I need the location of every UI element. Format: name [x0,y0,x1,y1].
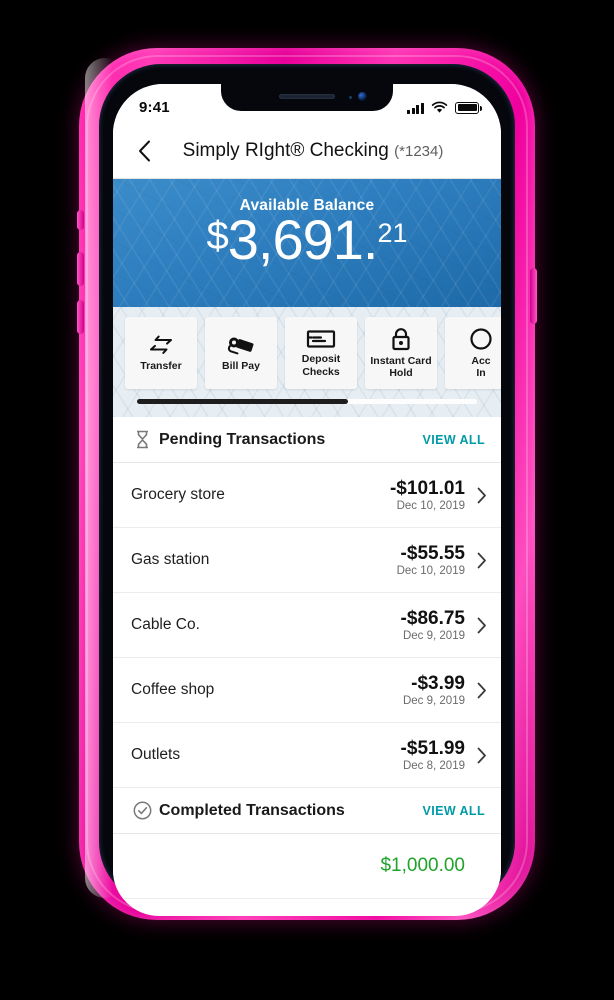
quick-action-transfer[interactable]: Transfer [125,317,197,389]
quick-action-deposit-checks[interactable]: Deposit Checks [285,317,357,389]
screenshot-stage: 9:41 Simply RIght® Checking (*1234) Avai… [0,0,614,1000]
power-button[interactable] [530,268,537,324]
navigation-bar: Simply RIght® Checking (*1234) [113,124,501,179]
completed-view-all-link[interactable]: VIEW ALL [423,804,485,818]
transaction-date: Dec 9, 2019 [402,695,465,708]
scrollbar-thumb[interactable] [137,399,348,404]
transaction-values: -$51.99 Dec 8, 2019 [401,738,465,772]
signal-bars-icon [407,102,424,114]
chevron-left-icon [138,140,150,162]
quick-action-bill-pay[interactable]: Bill Pay [205,317,277,389]
phone-screen: 9:41 Simply RIght® Checking (*1234) Avai… [113,84,501,916]
transaction-name: Cable Co. [131,616,200,633]
table-row[interactable]: Cable Co. -$86.75 Dec 9, 2019 [113,593,501,658]
account-name: Simply RIght® Checking [182,140,389,161]
transfer-arrows-icon [150,335,172,354]
transaction-amount: -$101.01 [389,477,465,499]
status-icons [407,101,482,114]
transaction-values: -$101.01 Dec 10, 2019 [390,478,465,512]
mute-switch[interactable] [77,210,84,230]
transaction-name: Gas station [131,551,210,568]
balance-dollars: 3,691 [227,208,364,271]
transaction-name: Grocery store [131,486,225,503]
quick-action-instant-card-hold[interactable]: Instant Card Hold [365,317,437,389]
balance-cents: 21 [377,218,408,248]
transaction-values: -$86.75 Dec 9, 2019 [401,608,465,642]
transaction-amount: $1,000.00 [380,855,465,877]
quick-action-label: Transfer [140,359,182,372]
earpiece-speaker-icon [279,94,335,99]
hand-money-icon [227,337,254,355]
front-camera-icon [358,92,367,101]
quick-action-label: Bill Pay [222,359,260,372]
battery-icon [455,101,482,114]
transaction-name: Outlets [131,746,181,763]
account-mask: (*1234) [394,143,444,160]
section-title: Pending Transactions [159,430,326,448]
pending-transactions-header: Pending Transactions VIEW ALL [113,417,501,463]
quick-actions-panel: Transfer Bill Pay Deposit Checks Instant… [113,307,501,417]
volume-down-button[interactable] [77,300,84,334]
transaction-amount: -$3.99 [411,672,465,694]
balance-amount: $3,691.21 [113,208,501,271]
balance-separator: . [362,208,379,271]
quick-action-account-info[interactable]: Acc In [445,317,501,389]
check-deposit-icon [306,330,336,349]
table-row[interactable]: Coffee shop -$3.99 Dec 9, 2019 [113,658,501,723]
chevron-right-icon [465,682,487,699]
back-button[interactable] [129,140,159,162]
quick-action-label: Deposit Checks [301,353,341,378]
pending-view-all-link[interactable]: VIEW ALL [423,433,485,447]
quick-action-label: Instant Card Hold [370,354,432,379]
wifi-icon [431,101,448,113]
available-balance-card: Available Balance $3,691.21 [113,179,501,307]
quick-actions-list[interactable]: Transfer Bill Pay Deposit Checks Instant… [113,307,501,389]
table-row[interactable]: $1,000.00 [113,834,501,899]
chevron-right-icon [465,552,487,569]
page-title: Simply RIght® Checking (*1234) [159,140,467,162]
balance-currency: $ [206,214,229,258]
transaction-date: Dec 9, 2019 [402,630,465,643]
table-row[interactable]: Grocery store -$101.01 Dec 10, 2019 [113,463,501,528]
chevron-right-icon [465,617,487,634]
transaction-date: Dec 10, 2019 [396,500,465,513]
transaction-name: Coffee shop [131,681,215,698]
sensor-dot-icon [349,96,352,99]
transaction-date: Dec 8, 2019 [402,760,465,773]
notch [221,84,393,111]
section-title: Completed Transactions [159,801,345,819]
quick-action-label: Acc In [471,354,491,379]
hourglass-icon [129,430,155,449]
account-info-icon [470,328,492,350]
padlock-icon [392,328,410,351]
completed-transactions-header: Completed Transactions VIEW ALL [113,788,501,834]
transaction-values: -$55.55 Dec 10, 2019 [397,543,465,577]
transaction-amount: -$51.99 [400,737,465,759]
table-row[interactable]: Gas station -$55.55 Dec 10, 2019 [113,528,501,593]
transaction-date: Dec 10, 2019 [396,565,465,578]
transaction-values: $1,000.00 [380,855,465,876]
quick-actions-scrollbar[interactable] [137,399,477,404]
volume-up-button[interactable] [77,252,84,286]
check-circle-icon [129,801,155,820]
chevron-right-icon [465,747,487,764]
transaction-values: -$3.99 Dec 9, 2019 [403,673,465,707]
chevron-right-icon [465,487,487,504]
transaction-amount: -$86.75 [400,607,465,629]
status-time: 9:41 [139,98,170,116]
table-row[interactable]: Outlets -$51.99 Dec 8, 2019 [113,723,501,788]
transaction-amount: -$55.55 [400,542,465,564]
